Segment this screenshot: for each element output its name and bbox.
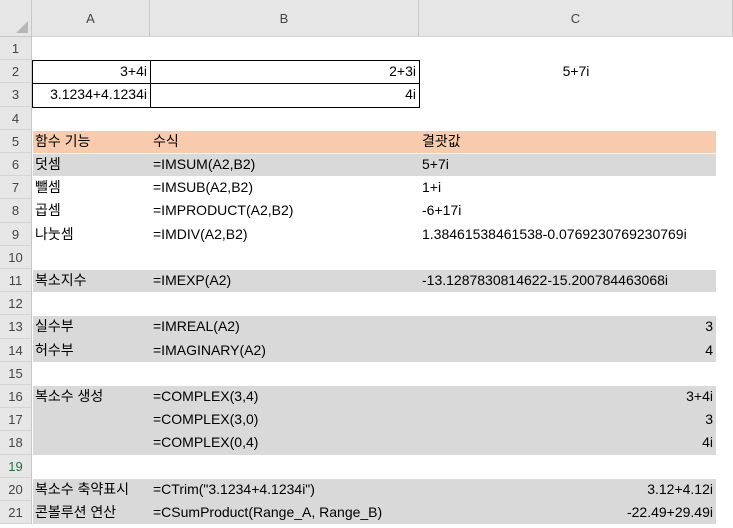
row-header-19[interactable]: 19 xyxy=(0,454,32,478)
formula-cell[interactable]: =IMSUB(A2,B2) xyxy=(150,176,419,199)
row-header-1[interactable]: 1 xyxy=(0,37,32,61)
row-header-14[interactable]: 14 xyxy=(0,338,32,362)
formula-cell[interactable]: =CTrim("3.1234+4.1234i") xyxy=(150,478,419,501)
result-cell[interactable]: 4 xyxy=(419,339,716,362)
formula-cell[interactable]: =COMPLEX(3,4) xyxy=(150,385,419,408)
row-header-20[interactable]: 20 xyxy=(0,477,32,501)
column-header-a[interactable]: A xyxy=(32,0,150,37)
result-cell[interactable]: 1+i xyxy=(419,176,716,199)
formula-cell[interactable]: =CSumProduct(Range_A, Range_B) xyxy=(150,501,419,524)
function-name-cell[interactable]: 곱셈 xyxy=(32,199,150,222)
row-header-7[interactable]: 7 xyxy=(0,176,32,200)
cell-a3[interactable]: 3.1234+4.1234i xyxy=(32,83,150,106)
row-header-5[interactable]: 5 xyxy=(0,129,32,153)
row-header-11[interactable]: 11 xyxy=(0,269,32,293)
row-header-13[interactable]: 13 xyxy=(0,315,32,339)
formula-cell[interactable]: =IMDIV(A2,B2) xyxy=(150,223,419,246)
cell-b3[interactable]: 4i xyxy=(150,83,419,106)
spreadsheet-grid: A B C 1 2 3 4 5 6 7 8 9 10 11 12 13 14 15 16 17 18 19 20 21 3+4i… xyxy=(0,0,733,528)
cell-b2[interactable]: 2+3i xyxy=(150,60,419,83)
function-name-cell[interactable]: 콘볼루션 연산 xyxy=(32,501,150,524)
grid-line xyxy=(32,36,733,37)
function-name-cell[interactable]: 실수부 xyxy=(32,315,150,338)
function-name-cell[interactable]: 덧셈 xyxy=(32,153,150,176)
result-cell[interactable]: 3+4i xyxy=(419,385,716,408)
formula-cell[interactable]: =IMREAL(A2) xyxy=(150,315,419,338)
result-cell[interactable]: 3 xyxy=(419,315,716,338)
result-cell[interactable]: 3.12+4.12i xyxy=(419,478,716,501)
formula-cell[interactable]: =COMPLEX(0,4) xyxy=(150,431,419,454)
header-formula-cell[interactable]: 수식 xyxy=(150,130,419,153)
row-header-10[interactable]: 10 xyxy=(0,245,32,269)
select-all-corner[interactable] xyxy=(0,0,32,37)
column-header-b[interactable]: B xyxy=(150,0,419,37)
function-name-cell[interactable]: 복소수 축약표시 xyxy=(32,478,150,501)
header-func-cell[interactable]: 함수 기능 xyxy=(32,130,150,153)
formula-cell[interactable]: =IMPRODUCT(A2,B2) xyxy=(150,199,419,222)
row-header-3[interactable]: 3 xyxy=(0,83,32,107)
cell-c2[interactable]: 5+7i xyxy=(419,60,733,83)
row-header-21[interactable]: 21 xyxy=(0,501,32,525)
row-header-12[interactable]: 12 xyxy=(0,292,32,316)
function-name-cell[interactable]: 허수부 xyxy=(32,339,150,362)
row-header-8[interactable]: 8 xyxy=(0,199,32,223)
result-cell[interactable]: 1.38461538461538-0.0769230769230769i xyxy=(419,223,716,246)
row-header-6[interactable]: 6 xyxy=(0,153,32,177)
formula-cell[interactable]: =IMEXP(A2) xyxy=(150,269,419,292)
result-cell[interactable]: 5+7i xyxy=(419,153,716,176)
formula-cell[interactable]: =COMPLEX(3,0) xyxy=(150,408,419,431)
column-header-c[interactable]: C xyxy=(419,0,733,37)
result-cell[interactable]: -22.49+29.49i xyxy=(419,501,716,524)
row-header-9[interactable]: 9 xyxy=(0,222,32,246)
row-header-16[interactable]: 16 xyxy=(0,385,32,409)
cell-a2[interactable]: 3+4i xyxy=(32,60,150,83)
row-header-17[interactable]: 17 xyxy=(0,408,32,432)
function-name-cell[interactable]: 나눗셈 xyxy=(32,223,150,246)
result-cell[interactable]: 4i xyxy=(419,431,716,454)
result-cell[interactable]: 3 xyxy=(419,408,716,431)
row-header-4[interactable]: 4 xyxy=(0,106,32,130)
formula-cell[interactable]: =IMSUM(A2,B2) xyxy=(150,153,419,176)
function-name-cell[interactable]: 복소수 생성 xyxy=(32,385,150,408)
select-all-triangle-icon xyxy=(16,21,28,33)
result-cell[interactable]: -6+17i xyxy=(419,199,716,222)
row-header-15[interactable]: 15 xyxy=(0,361,32,385)
result-cell[interactable]: -13.1287830814622-15.200784463068i xyxy=(419,269,716,292)
formula-cell[interactable]: =IMAGINARY(A2) xyxy=(150,339,419,362)
row-header-2[interactable]: 2 xyxy=(0,60,32,84)
header-result-cell[interactable]: 결괏값 xyxy=(419,130,716,153)
row-header-18[interactable]: 18 xyxy=(0,431,32,455)
function-name-cell[interactable]: 복소지수 xyxy=(32,269,150,292)
function-name-cell[interactable]: 뺄셈 xyxy=(32,176,150,199)
